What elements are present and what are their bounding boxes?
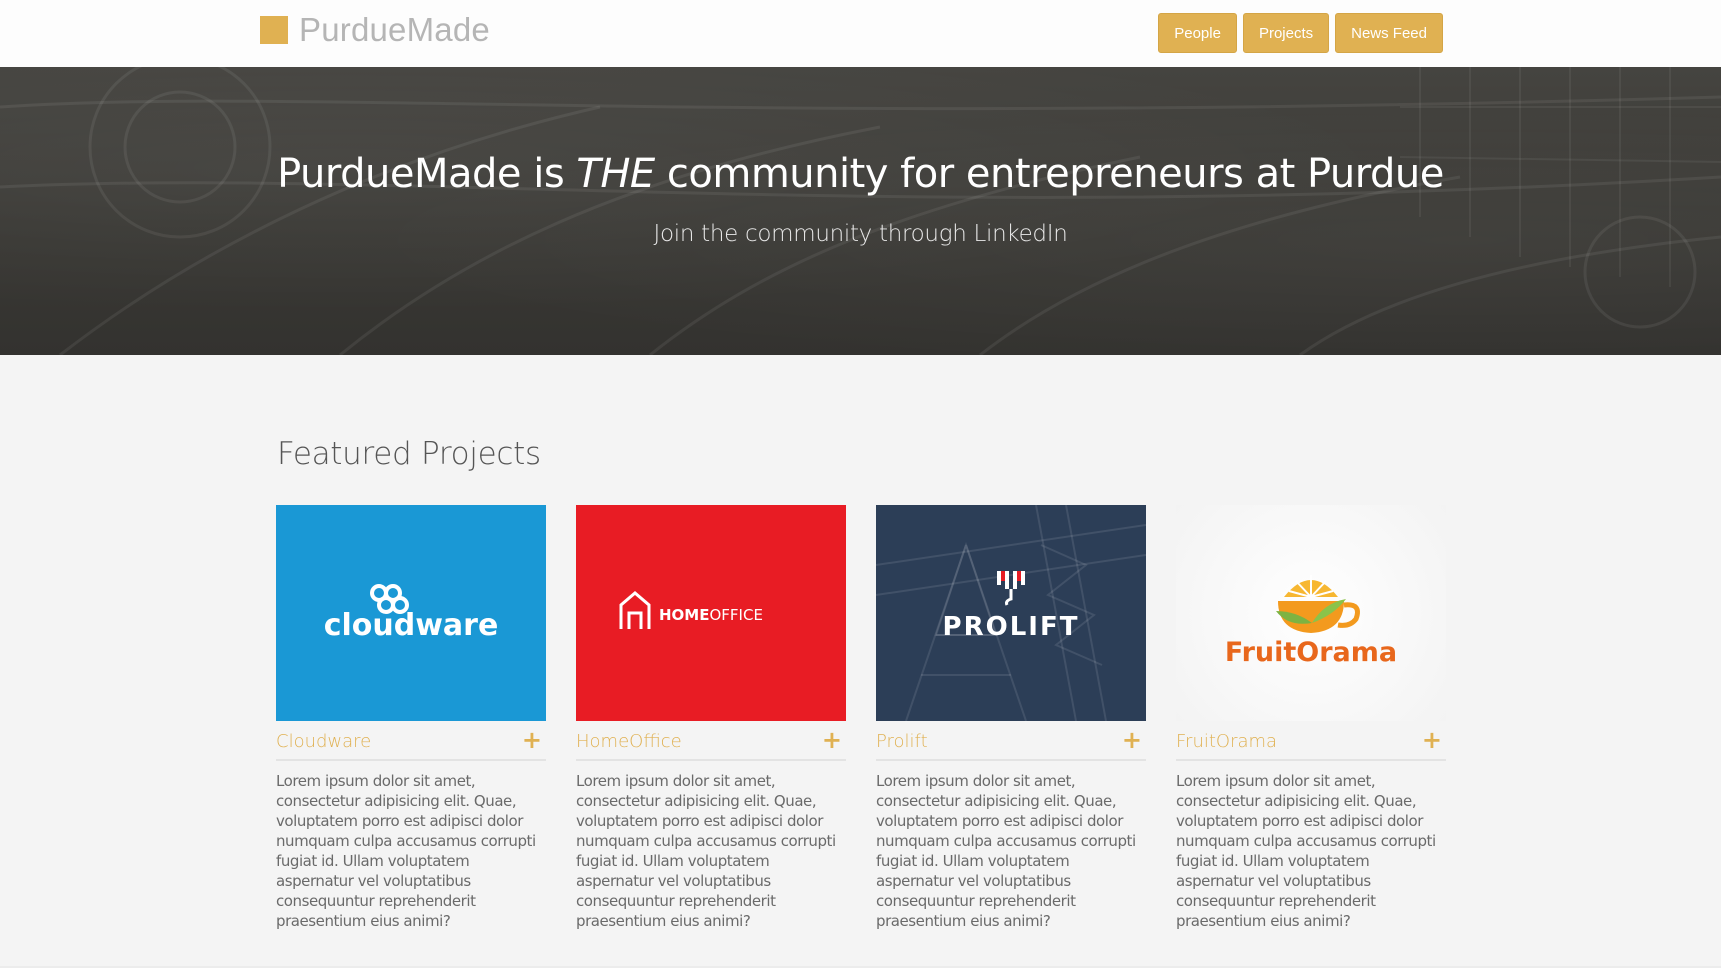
homeoffice-logo-light: OFFICE [709, 606, 762, 624]
hero-linkedin-cta[interactable]: Join the community through LinkedIn [0, 221, 1721, 247]
expand-plus-icon[interactable]: + [1422, 728, 1446, 752]
homeoffice-logo-bold: HOME [659, 606, 709, 624]
hero-background-image [0, 67, 1721, 355]
project-card-cloudware: cloudware Cloudware + Lorem ipsum dolor … [276, 505, 546, 931]
project-header: Prolift + [876, 721, 1146, 761]
project-header: Cloudware + [276, 721, 546, 761]
expand-plus-icon[interactable]: + [522, 728, 546, 752]
prolift-logo: PROLIFT [876, 505, 1146, 721]
main-nav: People Projects News Feed [1158, 13, 1443, 53]
project-image-homeoffice[interactable]: HOMEOFFICE [576, 505, 846, 721]
hero-headline-emphasis: THE [576, 151, 655, 197]
homeoffice-logo: HOMEOFFICE [576, 505, 846, 721]
fruitorama-logo: FruitOrama [1176, 505, 1446, 721]
project-image-cloudware[interactable]: cloudware [276, 505, 546, 721]
cloudware-logo-text: cloudware [324, 608, 499, 643]
project-description: Lorem ipsum dolor sit amet, consectetur … [876, 772, 1136, 930]
fruitorama-logo-text: FruitOrama [1225, 637, 1397, 668]
project-name[interactable]: HomeOffice [576, 729, 682, 752]
project-card-prolift: PROLIFT Prolift + Lorem ipsum dolor sit … [876, 505, 1146, 931]
project-card-fruitorama: FruitOrama FruitOrama + Lorem ipsum dolo… [1176, 505, 1446, 931]
cloudware-logo: cloudware [276, 505, 546, 721]
nav-projects-button[interactable]: Projects [1242, 13, 1330, 53]
hero-banner: PurdueMade is THE community for entrepre… [0, 67, 1721, 355]
featured-projects-grid: cloudware Cloudware + Lorem ipsum dolor … [276, 505, 1446, 930]
project-card-homeoffice: HOMEOFFICE HomeOffice + Lorem ipsum dolo… [576, 505, 846, 931]
featured-projects-title: Featured Projects [277, 436, 541, 472]
project-header: HomeOffice + [576, 721, 846, 761]
hero-headline: PurdueMade is THE community for entrepre… [0, 151, 1721, 197]
brand-name: PurdueMade [299, 11, 490, 48]
svg-text:HOMEOFFICE: HOMEOFFICE [659, 606, 763, 624]
brand-square-icon [260, 16, 288, 44]
prolift-logo-text: PROLIFT [943, 612, 1080, 642]
expand-plus-icon[interactable]: + [822, 728, 846, 752]
navbar: PurdueMade People Projects News Feed [0, 0, 1721, 67]
expand-plus-icon[interactable]: + [1122, 728, 1146, 752]
project-name[interactable]: FruitOrama [1176, 729, 1277, 752]
project-image-fruitorama[interactable]: FruitOrama [1176, 505, 1446, 721]
project-description: Lorem ipsum dolor sit amet, consectetur … [576, 772, 836, 930]
project-description: Lorem ipsum dolor sit amet, consectetur … [1176, 772, 1436, 930]
hero-headline-start: PurdueMade is [277, 151, 577, 197]
project-image-prolift[interactable]: PROLIFT [876, 505, 1146, 721]
nav-news-feed-button[interactable]: News Feed [1335, 13, 1443, 53]
project-name[interactable]: Prolift [876, 729, 928, 752]
project-name[interactable]: Cloudware [276, 729, 371, 752]
project-description: Lorem ipsum dolor sit amet, consectetur … [276, 772, 536, 930]
brand-logo-link[interactable]: PurdueMade [260, 10, 490, 50]
nav-people-button[interactable]: People [1158, 13, 1237, 53]
project-header: FruitOrama + [1176, 721, 1446, 761]
hero-headline-end: community for entrepreneurs at Purdue [654, 151, 1444, 197]
